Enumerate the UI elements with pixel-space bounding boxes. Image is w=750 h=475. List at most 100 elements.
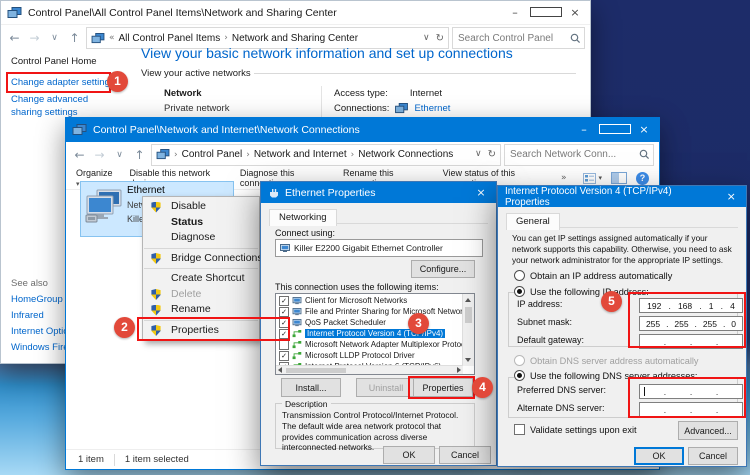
up-button[interactable]: ↑ xyxy=(66,31,83,45)
list-item[interactable]: ✓Microsoft LLDP Protocol Driver xyxy=(276,350,462,361)
menu-item-diagnose[interactable]: Diagnose xyxy=(143,230,259,246)
breadcrumb-item[interactable]: Control Panel xyxy=(182,149,243,160)
menu-item-status[interactable]: Status xyxy=(143,215,259,231)
qos-icon xyxy=(292,319,302,327)
dialog-titlebar[interactable]: Ethernet Properties × xyxy=(261,182,496,203)
sidebar-link-change-advanced-sharing[interactable]: Change advanced sharing settings xyxy=(11,93,116,119)
uac-shield-icon xyxy=(151,289,161,300)
intro-text: You can get IP settings assigned automat… xyxy=(512,233,734,266)
toolbar-overflow-icon[interactable]: » xyxy=(561,173,567,183)
checkbox-icon xyxy=(514,424,525,435)
checkbox[interactable] xyxy=(279,340,289,350)
scroll-left-icon[interactable] xyxy=(278,367,282,373)
configure-button[interactable]: Configure... xyxy=(411,260,475,278)
minimize-button[interactable]: – xyxy=(500,1,530,24)
recent-pages-dropdown[interactable]: ∨ xyxy=(111,150,128,160)
window-titlebar[interactable]: Control Panel\All Control Panel Items\Ne… xyxy=(1,1,590,25)
back-button[interactable]: ← xyxy=(71,148,88,162)
view-mode-button[interactable]: ▾ xyxy=(583,173,602,184)
search-input[interactable] xyxy=(456,32,570,45)
close-button[interactable]: × xyxy=(629,118,659,142)
maximize-button[interactable] xyxy=(530,1,560,24)
section-divider xyxy=(254,73,576,74)
breadcrumb-item[interactable]: Network Connections xyxy=(358,149,453,160)
status-divider xyxy=(114,454,115,466)
annotation-box-step1 xyxy=(6,72,111,93)
maximize-button[interactable] xyxy=(599,118,629,142)
close-button[interactable]: × xyxy=(466,182,496,203)
ok-button[interactable]: OK xyxy=(634,447,684,465)
forward-button[interactable]: → xyxy=(26,31,43,45)
ethernet-adapter-icon xyxy=(84,189,124,225)
breadcrumb-item[interactable]: Network and Sharing Center xyxy=(232,33,358,44)
checkbox[interactable]: ✓ xyxy=(279,296,289,306)
search-input[interactable] xyxy=(508,148,639,161)
uninstall-button[interactable]: Uninstall xyxy=(356,378,416,397)
radio-obtain-ip[interactable]: Obtain an IP address automatically xyxy=(514,270,672,281)
list-item[interactable]: ✓File and Printer Sharing for Microsoft … xyxy=(276,306,462,317)
window-titlebar[interactable]: Control Panel\Network and Internet\Netwo… xyxy=(66,118,659,142)
address-bar: ← → ∨ ↑ › Control Panel › Network and In… xyxy=(66,142,659,167)
scroll-up-icon[interactable] xyxy=(465,298,471,302)
scroll-right-icon[interactable] xyxy=(457,367,461,373)
breadcrumb-item[interactable]: All Control Panel Items xyxy=(119,33,221,44)
help-icon[interactable]: ? xyxy=(636,172,649,185)
checkbox[interactable]: ✓ xyxy=(279,351,289,361)
maximize-icon xyxy=(530,7,562,17)
collapsed-crumbs-icon[interactable]: « xyxy=(109,33,115,43)
scrollbar-thumb[interactable] xyxy=(286,368,346,373)
menu-item-disable[interactable]: Disable xyxy=(143,199,259,215)
address-dropdown-icon[interactable]: ∨ xyxy=(475,149,482,160)
preview-pane-icon[interactable] xyxy=(611,172,627,184)
minimize-button[interactable]: – xyxy=(569,118,599,142)
cancel-button[interactable]: Cancel xyxy=(439,446,491,464)
up-button[interactable]: ↑ xyxy=(131,148,148,162)
list-item-ipv4[interactable]: ✓Internet Protocol Version 4 (TCP/IPv4) xyxy=(276,328,462,339)
tab-networking[interactable]: Networking xyxy=(269,209,337,226)
back-button[interactable]: ← xyxy=(6,31,23,45)
close-button[interactable]: × xyxy=(716,186,746,207)
menu-item-bridge-connections[interactable]: Bridge Connections xyxy=(143,251,259,267)
menu-item-create-shortcut[interactable]: Create Shortcut xyxy=(143,271,259,287)
sidebar-link-homegroup[interactable]: HomeGroup xyxy=(11,294,63,305)
maximize-icon xyxy=(599,124,631,134)
radio-obtain-dns[interactable]: Obtain DNS server address automatically xyxy=(514,355,699,366)
sidebar-link-infrared[interactable]: Infrared xyxy=(11,310,44,321)
dialog-titlebar[interactable]: Internet Protocol Version 4 (TCP/IPv4) P… xyxy=(498,186,746,207)
search-box[interactable] xyxy=(504,144,654,166)
cancel-button[interactable]: Cancel xyxy=(688,447,738,465)
ethernet-link[interactable]: Ethernet xyxy=(414,103,450,114)
window-title: Control Panel\All Control Panel Items\Ne… xyxy=(28,7,337,19)
scrollbar-thumb[interactable] xyxy=(465,307,472,323)
breadcrumb[interactable]: › Control Panel › Network and Internet ›… xyxy=(151,144,501,166)
horizontal-scrollbar[interactable] xyxy=(276,365,463,374)
refresh-icon[interactable]: ↻ xyxy=(488,149,496,160)
list-item[interactable]: Microsoft Network Adapter Multiplexor Pr… xyxy=(276,339,462,350)
menu-item-delete[interactable]: Delete xyxy=(143,287,259,303)
ok-button[interactable]: OK xyxy=(383,446,435,464)
forward-button[interactable]: → xyxy=(91,148,108,162)
list-item[interactable]: ✓QoS Packet Scheduler xyxy=(276,317,462,328)
advanced-button[interactable]: Advanced... xyxy=(678,421,738,440)
connection-items-list[interactable]: ✓Client for Microsoft Networks ✓File and… xyxy=(275,293,475,375)
address-dropdown-icon[interactable]: ∨ xyxy=(423,33,430,44)
vertical-scrollbar[interactable] xyxy=(462,294,474,366)
close-button[interactable]: × xyxy=(560,1,590,24)
description-groupbox: Description Transmission Control Protoco… xyxy=(275,403,475,449)
validate-settings-checkbox[interactable]: Validate settings upon exit xyxy=(514,424,637,435)
access-type-value: Internet xyxy=(410,88,442,99)
search-icon xyxy=(570,33,581,44)
recent-pages-dropdown[interactable]: ∨ xyxy=(46,33,63,43)
checkbox[interactable]: ✓ xyxy=(279,307,289,317)
client-icon xyxy=(292,297,302,305)
breadcrumb-item[interactable]: Network and Internet xyxy=(254,149,347,160)
list-item[interactable]: ✓Client for Microsoft Networks xyxy=(276,295,462,306)
annotation-badge-2: 2 xyxy=(114,317,135,338)
tab-general[interactable]: General xyxy=(506,213,560,230)
scroll-down-icon[interactable] xyxy=(465,358,471,362)
refresh-icon[interactable]: ↻ xyxy=(436,33,444,44)
annotation-badge-4: 4 xyxy=(472,377,493,398)
install-button[interactable]: Install... xyxy=(281,378,341,397)
menu-item-rename[interactable]: Rename xyxy=(143,302,259,318)
sidebar-item-control-panel-home[interactable]: Control Panel Home xyxy=(11,56,97,67)
